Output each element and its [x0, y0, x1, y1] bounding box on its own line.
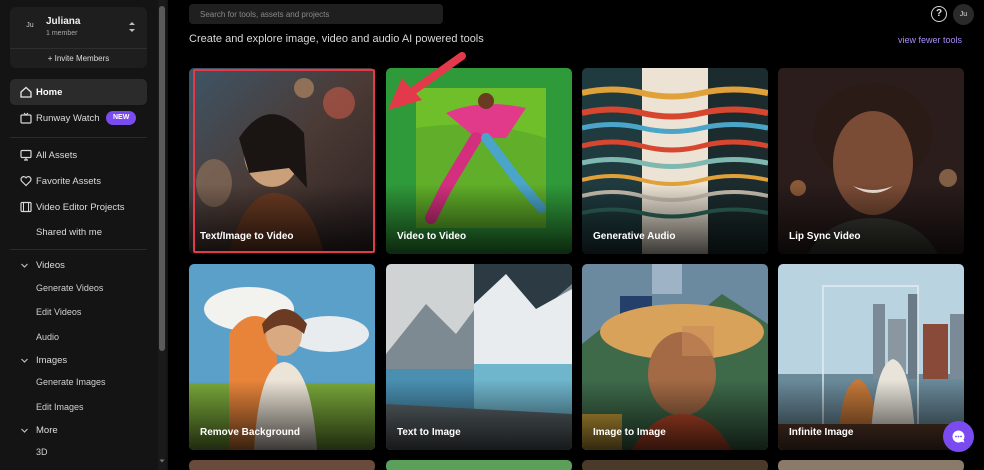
tool-card-label: Lip Sync Video — [789, 231, 861, 242]
card-shade — [189, 380, 375, 450]
tool-card-label: Text to Image — [397, 427, 461, 438]
section-more[interactable]: More — [10, 421, 147, 441]
sidebar-item-label: Favorite Assets — [36, 176, 101, 187]
arrow-icon — [388, 52, 466, 110]
chat-bubble-icon — [952, 430, 965, 443]
card-shade — [778, 380, 964, 450]
tool-card-image-to-image[interactable]: Image to Image — [582, 264, 768, 450]
tool-card-row3-2[interactable] — [386, 460, 572, 470]
page-headline: Create and explore image, video and audi… — [189, 33, 484, 45]
workspace-avatar: Ju — [26, 22, 34, 29]
card-shade — [582, 380, 768, 450]
tool-card-row3-1[interactable] — [189, 460, 375, 470]
card-shade — [778, 184, 964, 254]
view-fewer-tools-link[interactable]: view fewer tools — [898, 35, 962, 45]
sidebar-item-favorite-assets[interactable]: Favorite Assets — [10, 168, 147, 194]
sidebar-divider — [10, 137, 147, 138]
sidebar-item-generate-videos[interactable]: Generate Videos — [36, 283, 103, 293]
tool-card-label: Generative Audio — [593, 231, 676, 242]
sidebar-item-3d[interactable]: 3D — [36, 447, 48, 457]
film-icon — [20, 201, 32, 213]
section-videos[interactable]: Videos — [10, 256, 147, 276]
card-shade — [189, 184, 375, 254]
chat-support-button[interactable] — [943, 421, 974, 452]
tool-card-row3-4[interactable] — [778, 460, 964, 470]
sidebar-item-edit-videos[interactable]: Edit Videos — [36, 307, 81, 317]
sidebar-item-label: Home — [36, 87, 63, 98]
sidebar-item-label: Runway Watch — [36, 113, 100, 124]
sidebar-item-runway-watch[interactable]: Runway Watch NEW — [10, 105, 147, 131]
section-label: More — [36, 425, 58, 436]
heart-icon — [20, 176, 32, 187]
workspace-members: 1 member — [46, 30, 78, 37]
sidebar: Ju Juliana 1 member + Invite Members Hom… — [0, 0, 168, 470]
sidebar-item-generate-images[interactable]: Generate Images — [36, 377, 106, 387]
sidebar-scrollbar-thumb[interactable] — [159, 6, 165, 351]
sidebar-item-home[interactable]: Home — [10, 79, 147, 105]
sidebar-item-label: Video Editor Projects — [36, 202, 125, 213]
sidebar-item-video-editor-projects[interactable]: Video Editor Projects — [10, 194, 147, 220]
section-images[interactable]: Images — [10, 351, 147, 371]
chevron-down-icon — [21, 263, 28, 268]
tool-card-text-to-image[interactable]: Text to Image — [386, 264, 572, 450]
tool-card-lip-sync-video[interactable]: Lip Sync Video — [778, 68, 964, 254]
tool-card-label: Video to Video — [397, 231, 467, 242]
help-icon[interactable]: ? — [931, 6, 947, 22]
section-label: Videos — [36, 260, 65, 271]
card-shade — [386, 380, 572, 450]
tool-card-row3-3[interactable] — [582, 460, 768, 470]
sidebar-item-all-assets[interactable]: All Assets — [10, 142, 147, 168]
sidebar-item-label: All Assets — [36, 150, 78, 161]
tool-card-label: Remove Background — [200, 427, 301, 438]
invite-members-button[interactable]: + Invite Members — [10, 48, 147, 68]
tool-card-remove-background[interactable]: Remove Background — [189, 264, 375, 450]
monitor-icon — [20, 149, 32, 161]
tool-card-label: Infinite Image — [789, 427, 854, 438]
home-icon — [20, 86, 32, 98]
chevron-down-icon — [21, 358, 28, 363]
sidebar-item-edit-images[interactable]: Edit Images — [36, 402, 84, 412]
tool-card-text-image-to-video[interactable]: Text/Image to Video — [189, 68, 375, 254]
workspace-switcher[interactable]: Ju Juliana 1 member + Invite Members — [10, 7, 147, 68]
user-avatar[interactable]: Ju — [953, 4, 974, 25]
card-shade — [386, 184, 572, 254]
search-input[interactable] — [189, 4, 443, 24]
sidebar-divider — [10, 249, 147, 250]
tool-card-label: Text/Image to Video — [200, 231, 294, 242]
chevron-down-icon — [21, 428, 28, 433]
scroll-down-icon[interactable] — [159, 458, 165, 464]
sidebar-item-audio[interactable]: Audio — [36, 332, 59, 342]
tool-card-generative-audio[interactable]: Generative Audio — [582, 68, 768, 254]
tv-icon — [20, 112, 32, 124]
workspace-name: Juliana — [46, 16, 81, 27]
tool-card-label: Image to Image — [593, 427, 666, 438]
chevron-up-down-icon[interactable] — [127, 20, 137, 34]
section-label: Images — [36, 355, 68, 366]
tool-card-infinite-image[interactable]: Infinite Image — [778, 264, 964, 450]
sidebar-item-label: Shared with me — [36, 227, 103, 238]
sidebar-item-shared-with-me[interactable]: Shared with me — [10, 219, 147, 245]
card-shade — [582, 184, 768, 254]
new-badge: NEW — [106, 111, 137, 125]
